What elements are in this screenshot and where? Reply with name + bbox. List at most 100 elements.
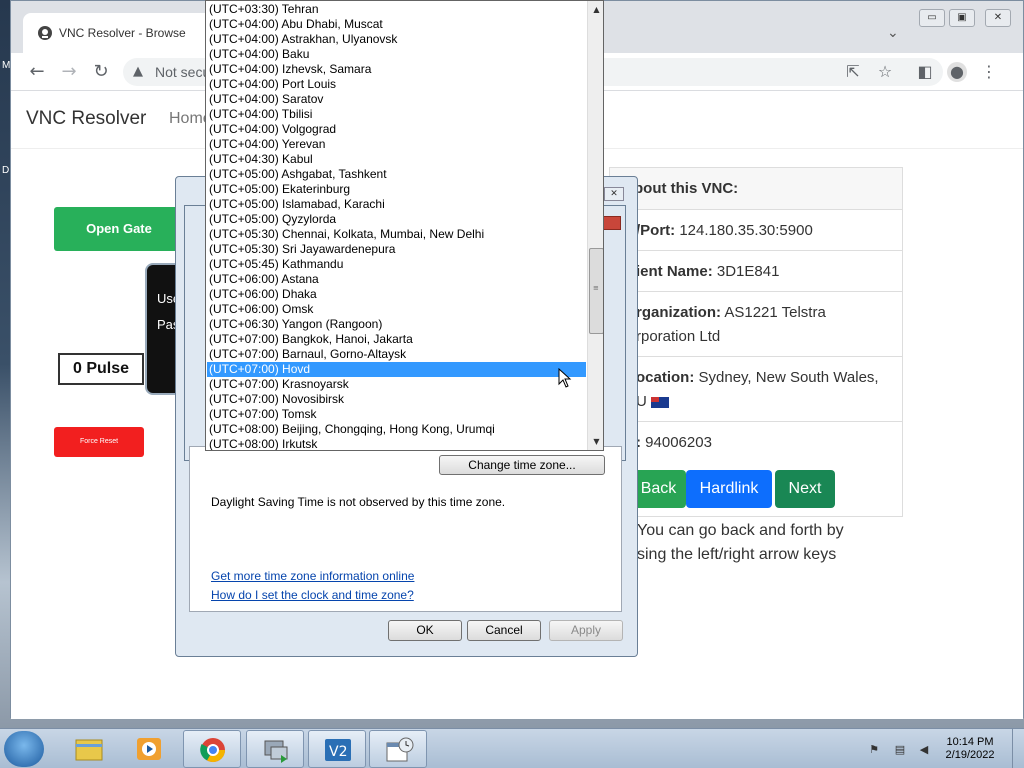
scroll-down-arrow-icon[interactable]: ▼: [588, 433, 603, 450]
hardlink-button[interactable]: Hardlink: [686, 470, 772, 508]
clock-date: 2/19/2022: [945, 749, 995, 761]
location-label: ocation:: [636, 369, 695, 386]
time-zone-dropdown-list[interactable]: (UTC+03:30) Tehran (UTC+04:00) Abu Dhabi,…: [205, 0, 604, 451]
time-zone-option[interactable]: (UTC+07:00) Novosibirsk: [207, 392, 586, 407]
minimize-button[interactable]: ▭: [919, 9, 945, 27]
taskbar-chrome[interactable]: [183, 730, 241, 768]
ok-button[interactable]: OK: [388, 620, 462, 641]
show-desktop-button[interactable]: [1012, 729, 1024, 768]
desktop-icon-label: D: [2, 165, 10, 176]
network-icon[interactable]: ▤: [892, 743, 908, 757]
taskbar-vnc-viewer[interactable]: V2: [308, 730, 366, 768]
menu-kebab-icon[interactable]: ⋮: [979, 62, 999, 82]
time-zone-option[interactable]: (UTC+04:00) Baku: [207, 47, 586, 62]
time-zone-option[interactable]: (UTC+04:00) Tbilisi: [207, 107, 586, 122]
close-tz-dialog-button[interactable]: [603, 216, 621, 230]
time-zone-option[interactable]: (UTC+04:00) Yerevan: [207, 137, 586, 152]
reload-icon[interactable]: ↻: [89, 60, 113, 84]
share-icon[interactable]: ⇱: [843, 62, 863, 82]
chrome-icon: [200, 738, 225, 763]
time-zone-option[interactable]: (UTC+06:00) Astana: [207, 272, 586, 287]
time-zone-option[interactable]: (UTC+04:00) Volgograd: [207, 122, 586, 137]
time-zone-option[interactable]: (UTC+06:30) Yangon (Rangoon): [207, 317, 586, 332]
system-clock[interactable]: 10:14 PM 2/19/2022: [940, 736, 1000, 762]
next-button[interactable]: Next: [775, 470, 835, 508]
volume-icon[interactable]: ◀: [916, 743, 932, 757]
time-zone-option[interactable]: (UTC+06:00) Dhaka: [207, 287, 586, 302]
time-zone-option[interactable]: (UTC+03:30) Tehran: [207, 2, 586, 17]
profile-avatar-icon[interactable]: ●: [947, 62, 967, 82]
id-value: 94006203: [645, 434, 712, 451]
cancel-button[interactable]: Cancel: [467, 620, 541, 641]
start-button[interactable]: [4, 731, 44, 767]
vnc-info-card: bout this VNC: /Port: 124.180.35.30:5900…: [609, 167, 903, 517]
time-zone-option[interactable]: (UTC+08:00) Irkutsk: [207, 437, 586, 450]
info-row-client: ient Name: 3D1E841: [610, 251, 902, 292]
taskbar-network-transfer[interactable]: [246, 730, 304, 768]
maximize-button[interactable]: ▣: [949, 9, 975, 27]
site-brand[interactable]: VNC Resolver: [26, 108, 146, 130]
scroll-up-arrow-icon[interactable]: ▲: [588, 1, 603, 18]
australia-flag-icon: [651, 396, 670, 408]
hint-line-2: sing the left/right arrow keys: [637, 546, 837, 563]
time-zone-option[interactable]: (UTC+05:30) Chennai, Kolkata, Mumbai, Ne…: [207, 227, 586, 242]
scrollbar-thumb[interactable]: ≡: [589, 248, 603, 334]
date-time-icon: [386, 737, 414, 762]
time-zone-option[interactable]: (UTC+04:30) Kabul: [207, 152, 586, 167]
close-dialog-button[interactable]: ✕: [604, 187, 624, 201]
time-zone-option[interactable]: (UTC+07:00) Krasnoyarsk: [207, 377, 586, 392]
dst-notice: Daylight Saving Time is not observed by …: [211, 495, 506, 509]
info-row-id: : 94006203: [610, 422, 902, 464]
tab-search-chevron-icon[interactable]: ⌄: [887, 25, 899, 41]
vnc-viewer-icon: V2: [325, 739, 351, 761]
force-reset-button[interactable]: Force Reset: [54, 427, 144, 457]
side-panel-icon[interactable]: ◧: [915, 62, 935, 82]
back-button[interactable]: Back: [631, 470, 686, 508]
time-zone-option[interactable]: (UTC+07:00) Barnaul, Gorno-Altaysk: [207, 347, 586, 362]
org-label: rganization:: [636, 304, 721, 321]
apply-button[interactable]: Apply: [549, 620, 623, 641]
close-window-button[interactable]: ✕: [985, 9, 1011, 27]
navigation-hint: You can go back and forth by sing the le…: [637, 519, 907, 567]
network-transfer-icon: [264, 740, 288, 763]
hint-line-1: You can go back and forth by: [637, 522, 844, 539]
info-row-location: ocation: Sydney, New South Wales, U: [610, 357, 902, 422]
change-time-zone-button[interactable]: Change time zone...: [439, 455, 605, 475]
time-zone-option[interactable]: (UTC+04:00) Izhevsk, Samara: [207, 62, 586, 77]
taskbar-explorer[interactable]: [60, 730, 118, 768]
back-arrow-icon[interactable]: ←: [25, 60, 49, 84]
forward-arrow-icon[interactable]: →: [57, 60, 81, 84]
time-zone-option[interactable]: (UTC+05:00) Qyzylorda: [207, 212, 586, 227]
warning-triangle-icon[interactable]: ▲: [133, 64, 143, 79]
address-security-text: Not secu: [155, 64, 211, 80]
window-controls: ▭ ▣ ✕: [919, 9, 1019, 29]
time-zone-option[interactable]: (UTC+05:00) Islamabad, Karachi: [207, 197, 586, 212]
more-tz-info-link[interactable]: Get more time zone information online: [211, 569, 414, 583]
time-zone-option[interactable]: (UTC+04:00) Abu Dhabi, Muscat: [207, 17, 586, 32]
how-to-set-clock-link[interactable]: How do I set the clock and time zone?: [211, 588, 414, 602]
taskbar-media-player[interactable]: [120, 730, 178, 768]
bookmark-star-icon[interactable]: ☆: [875, 62, 895, 82]
action-center-flag-icon[interactable]: ⚑: [866, 743, 882, 757]
open-gate-button[interactable]: Open Gate: [54, 207, 184, 251]
time-zone-option[interactable]: (UTC+06:00) Omsk: [207, 302, 586, 317]
time-zone-option[interactable]: (UTC+07:00) Tomsk: [207, 407, 586, 422]
time-zone-option[interactable]: (UTC+05:00) Ashgabat, Tashkent: [207, 167, 586, 182]
list-scrollbar[interactable]: ▲ ≡ ▼: [587, 1, 603, 450]
selected-time-zone-option[interactable]: (UTC+07:00) Hovd: [207, 362, 586, 377]
time-zone-option[interactable]: (UTC+08:00) Beijing, Chongqing, Hong Kon…: [207, 422, 586, 437]
time-zone-option[interactable]: (UTC+05:00) Ekaterinburg: [207, 182, 586, 197]
time-zone-option[interactable]: (UTC+05:30) Sri Jayawardenepura: [207, 242, 586, 257]
info-row-ip: /Port: 124.180.35.30:5900: [610, 210, 902, 251]
time-zone-option[interactable]: (UTC+05:45) Kathmandu: [207, 257, 586, 272]
taskbar: V2 ⚑ ▤ ◀ 10:14 PM 2/19/2022: [0, 728, 1024, 768]
vnc-favicon-icon: [38, 26, 52, 40]
taskbar-date-time[interactable]: [369, 730, 427, 768]
time-zone-option[interactable]: (UTC+07:00) Bangkok, Hanoi, Jakarta: [207, 332, 586, 347]
org-value-cont: rporation Ltd: [636, 328, 721, 345]
location-value: Sydney, New South Wales,: [698, 369, 879, 386]
time-zone-option[interactable]: (UTC+04:00) Astrakhan, Ulyanovsk: [207, 32, 586, 47]
time-zone-option[interactable]: (UTC+04:00) Saratov: [207, 92, 586, 107]
time-zone-option[interactable]: (UTC+04:00) Port Louis: [207, 77, 586, 92]
pulse-counter[interactable]: 0 Pulse: [58, 353, 144, 385]
